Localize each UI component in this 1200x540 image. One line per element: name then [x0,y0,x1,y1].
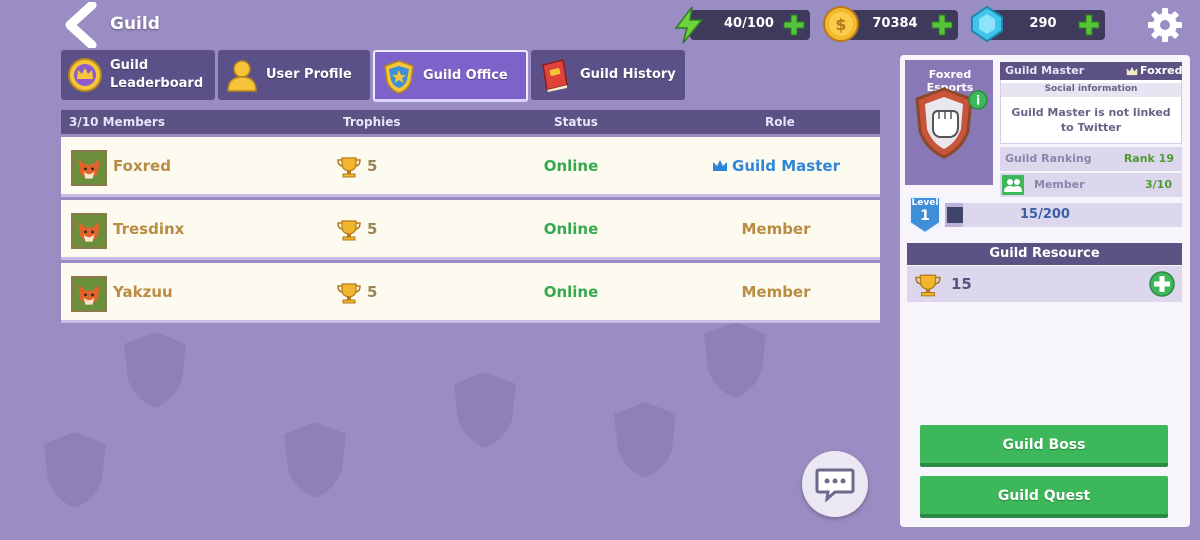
guild-master-label: Guild Master [1005,64,1085,77]
user-icon [227,60,257,92]
trophy-icon [915,274,941,297]
background-shield-icon [704,322,766,398]
member-row[interactable]: Yakzuu 5 Online Member [61,263,880,323]
coin-value: 70384 [872,16,918,31]
add-resource-plus-icon[interactable] [1149,271,1175,297]
member-name: Tresdinx [113,220,185,238]
level-progress-text: 15/200 [1020,207,1070,222]
member-role: Guild Master [681,157,871,175]
lightning-icon [674,6,704,44]
trophy-count: 5 [367,220,378,238]
guild-member-value: 3/10 [1145,178,1172,191]
guild-ranking-label: Guild Ranking [1005,152,1092,165]
tab-guild-history[interactable]: Guild History [531,50,685,100]
guild-boss-button[interactable]: Guild Boss [920,425,1168,467]
guild-resource-title: Guild Resource [907,243,1182,265]
role-header: Role [765,115,795,129]
level-label: Level [912,198,939,208]
status-header: Status [554,115,598,129]
level-badge-icon: Level 1 [909,196,941,235]
trophy-icon [337,283,361,304]
background-shield-icon [284,422,346,498]
energy-counter: 40/100 [690,10,810,40]
guild-quest-button[interactable]: Guild Quest [920,476,1168,518]
trophies-header: Trophies [343,115,401,129]
member-name: Yakzuu [113,283,173,301]
trophy-icon [337,157,361,178]
background-shield-icon [124,332,186,408]
tab-guild-leaderboard[interactable]: Guild Leaderboard [61,50,215,100]
crown-medal-icon [68,58,102,92]
guild-info-icon[interactable]: i [968,90,988,110]
add-gems-plus-icon[interactable] [1077,13,1101,37]
member-role: Member [741,220,811,238]
energy-value: 40/100 [724,16,774,31]
social-info-text: Guild Master is not linked to Twitter [1011,106,1171,134]
guild-resource-row: 15 [907,266,1182,302]
info-badge-label: i [976,94,980,108]
member-status: Online [543,283,599,301]
fox-avatar-icon [71,213,107,249]
guild-ranking-value: Rank 19 [1123,152,1174,165]
member-row[interactable]: Tresdinx 5 Online Member [61,200,880,260]
trophy-icon [337,220,361,241]
background-shield-icon [44,432,106,508]
tab-label: Guild Leaderboard [110,58,204,91]
background-shield-icon [454,372,516,448]
crown-icon [1126,66,1138,76]
svg-text:$: $ [835,15,846,34]
background-shield-icon [614,402,676,478]
add-coins-plus-icon[interactable] [930,13,954,37]
fox-avatar-icon [71,150,107,186]
social-info-title: Social information [1001,83,1181,97]
chat-button[interactable] [802,451,868,517]
shield-star-icon [384,60,414,94]
tab-label: Guild History [580,67,676,82]
level-progress-bar: 15/200 [945,203,1182,227]
book-icon [542,59,568,92]
tab-guild-office[interactable]: Guild Office [373,50,528,102]
back-arrow-icon[interactable] [62,2,104,48]
gem-value: 290 [1029,16,1057,31]
page-title: Guild [110,14,160,34]
tab-user-profile[interactable]: User Profile [218,50,370,100]
guild-emblem-fist-icon [915,87,973,159]
member-role: Member [741,283,811,301]
level-value: 1 [920,208,930,224]
guild-master-name: Foxred [1140,64,1183,77]
settings-gear-icon[interactable] [1146,6,1184,44]
member-name: Foxred [113,157,171,175]
guild-ranking-row: Guild Ranking Rank 19 [1000,147,1182,171]
chat-bubble-icon [815,468,855,502]
member-status: Online [543,157,599,175]
tab-label: User Profile [266,67,352,82]
trophy-count: 5 [367,157,378,175]
member-role-label: Guild Master [732,157,840,175]
crown-icon [713,160,728,171]
guild-resource-value: 15 [951,275,972,293]
members-count-header: 3/10 Members [69,115,165,129]
member-row[interactable]: Foxred 5 Online Guild Master [61,137,880,197]
member-status: Online [543,220,599,238]
fox-avatar-icon [71,276,107,312]
members-table-header: 3/10 Members Trophies Status Role [61,110,880,134]
members-icon [1002,175,1024,195]
trophy-count: 5 [367,283,378,301]
guild-member-row: Member 3/10 [1000,173,1182,197]
diamond-icon [971,5,1003,43]
add-energy-plus-icon[interactable] [782,13,806,37]
guild-master-bar: Guild Master Foxred [1000,62,1182,80]
guild-member-label: Member [1034,178,1085,191]
coin-icon: $ [823,6,859,42]
tab-label: Guild Office [423,67,508,83]
